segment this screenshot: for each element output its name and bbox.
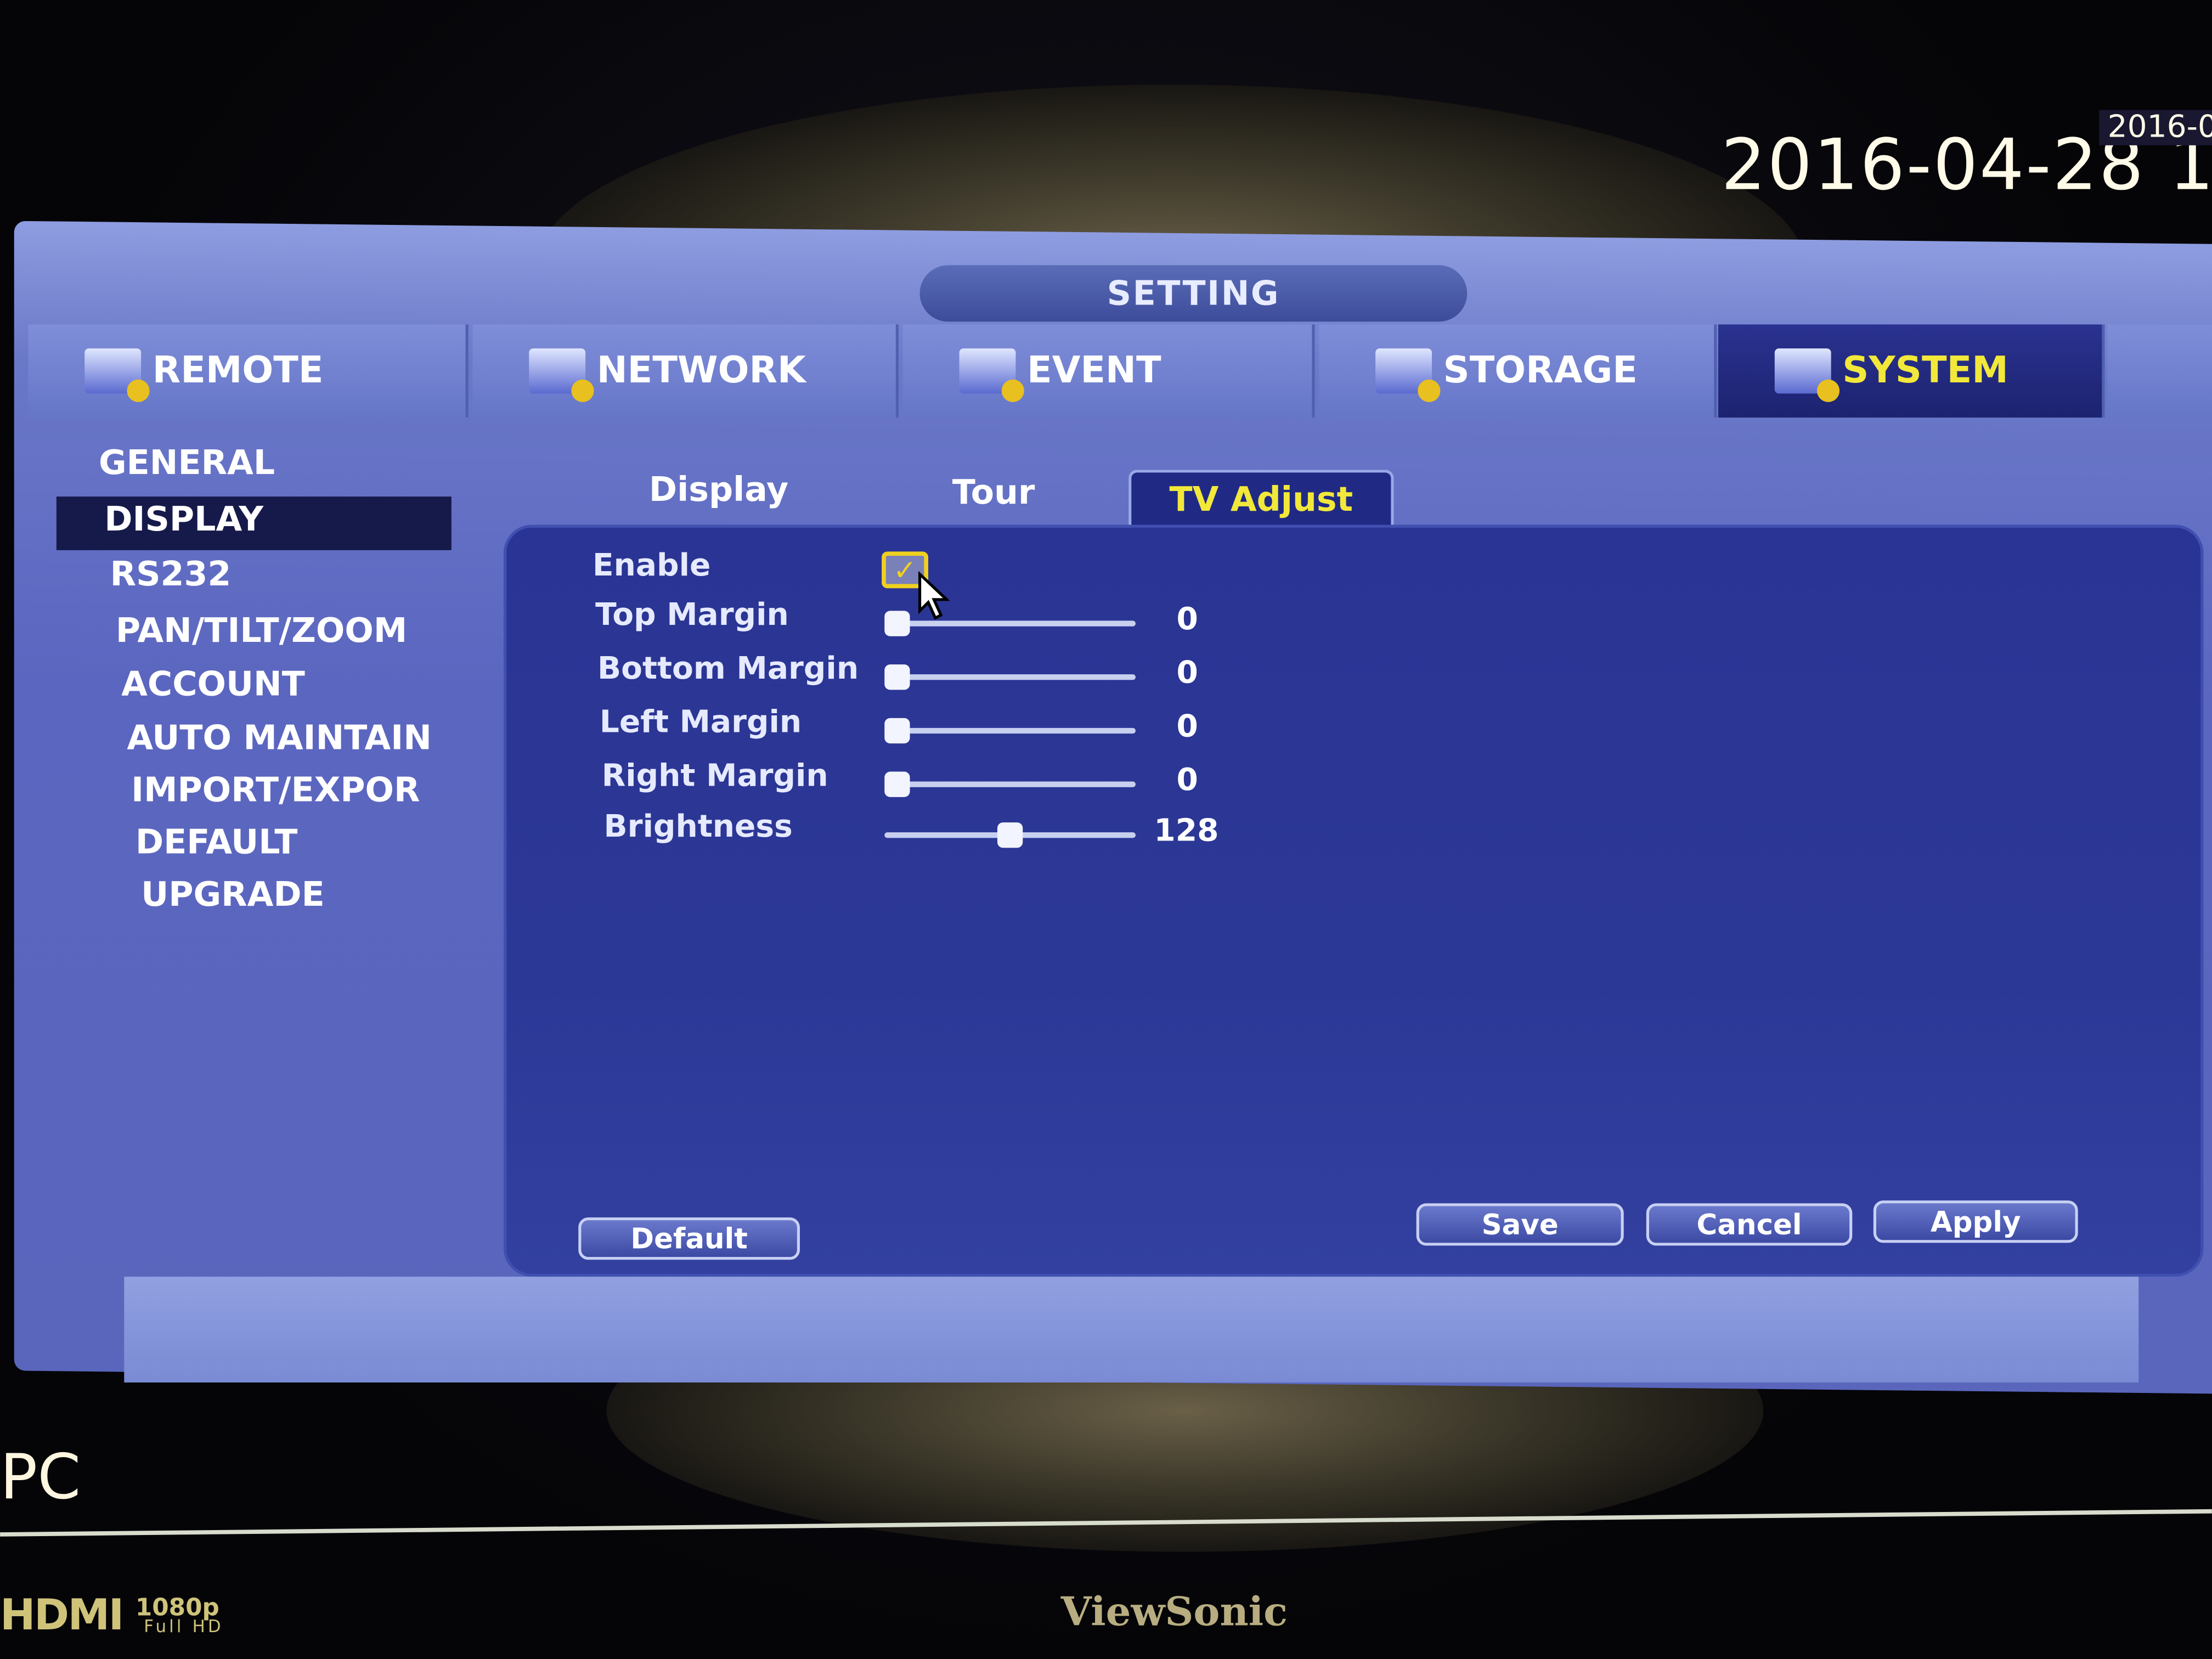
left-margin-label: Left Margin — [599, 705, 802, 741]
osd-datetime-small: 2016-0 — [2099, 110, 2212, 145]
content-panel — [503, 524, 2204, 1277]
network-icon — [529, 348, 594, 402]
brightness-slider[interactable] — [884, 822, 1136, 848]
window-footer — [124, 1277, 2139, 1383]
top-margin-value: 0 — [1176, 602, 1198, 638]
default-button[interactable]: Default — [578, 1217, 800, 1260]
top-margin-label: Top Margin — [595, 598, 789, 634]
storage-icon — [1375, 348, 1441, 402]
sidebar-item-upgrade[interactable]: UPGRADE — [141, 874, 325, 914]
checkmark-icon: ✓ — [893, 552, 917, 587]
slider-handle[interactable] — [884, 771, 910, 797]
right-margin-value: 0 — [1176, 763, 1198, 799]
tab-network[interactable]: NETWORK — [472, 324, 899, 418]
sidebar-item-auto-maintain[interactable]: AUTO MAINTAIN — [127, 718, 432, 758]
save-button[interactable]: Save — [1416, 1203, 1624, 1246]
bottom-margin-slider[interactable] — [884, 664, 1136, 690]
tab-storage[interactable]: STORAGE — [1319, 324, 1717, 418]
hdmi-logo: HDMI — [0, 1591, 124, 1641]
bottom-margin-label: Bottom Margin — [597, 651, 859, 687]
top-margin-slider[interactable] — [884, 611, 1136, 636]
slider-handle[interactable] — [997, 822, 1023, 848]
subtab-tv-adjust[interactable]: TV Adjust — [1128, 470, 1394, 529]
slider-handle[interactable] — [884, 664, 910, 690]
tab-filler — [2107, 324, 2212, 418]
sidebar-item-rs232[interactable]: RS232 — [110, 555, 232, 594]
bottom-margin-value: 0 — [1176, 656, 1198, 691]
tab-label: STORAGE — [1443, 349, 1638, 392]
cancel-button[interactable]: Cancel — [1646, 1203, 1853, 1246]
sidebar-item-general[interactable]: GENERAL — [99, 443, 275, 482]
slider-handle[interactable] — [884, 718, 910, 744]
brand-logo: ViewSonic — [1060, 1588, 1288, 1635]
brightness-label: Brightness — [603, 809, 793, 845]
brightness-value: 128 — [1154, 814, 1219, 849]
left-margin-slider[interactable] — [884, 718, 1136, 744]
remote-camera-icon — [84, 348, 150, 402]
resolution-sub: Full HD — [144, 1616, 224, 1637]
sidebar-item-display[interactable]: DISPLAY — [104, 499, 263, 539]
event-icon — [959, 348, 1024, 402]
right-margin-slider[interactable] — [884, 771, 1136, 797]
subtab-tour[interactable]: Tour — [952, 472, 1035, 512]
window-title: SETTING — [919, 265, 1468, 322]
tab-label: SYSTEM — [1842, 349, 2008, 392]
system-icon — [1774, 348, 1840, 402]
tab-label: NETWORK — [596, 349, 806, 392]
sidebar-item-account[interactable]: ACCOUNT — [121, 664, 305, 704]
apply-button[interactable]: Apply — [1873, 1200, 2078, 1243]
sidebar-item-pan-tilt-zoom[interactable]: PAN/TILT/ZOOM — [116, 611, 407, 650]
tab-event[interactable]: EVENT — [902, 324, 1315, 418]
sidebar-item-import-export[interactable]: IMPORT/EXPOR — [131, 770, 420, 810]
sidebar-item-default[interactable]: DEFAULT — [136, 822, 298, 862]
enable-label: Enable — [592, 549, 711, 584]
slider-handle[interactable] — [884, 611, 910, 636]
monitor-screen: 2016-04-28 13 2016-0 SETTING REMOTE NETW… — [0, 0, 2212, 1659]
tab-label: EVENT — [1026, 349, 1161, 392]
tab-remote[interactable]: REMOTE — [28, 324, 469, 418]
input-source-label: PC — [0, 1441, 81, 1514]
right-margin-label: Right Margin — [601, 759, 828, 794]
left-margin-value: 0 — [1176, 709, 1198, 745]
tab-system[interactable]: SYSTEM — [1718, 324, 2105, 418]
tab-label: REMOTE — [152, 349, 324, 392]
subtab-display[interactable]: Display — [649, 470, 788, 509]
mouse-cursor-icon — [918, 571, 950, 620]
